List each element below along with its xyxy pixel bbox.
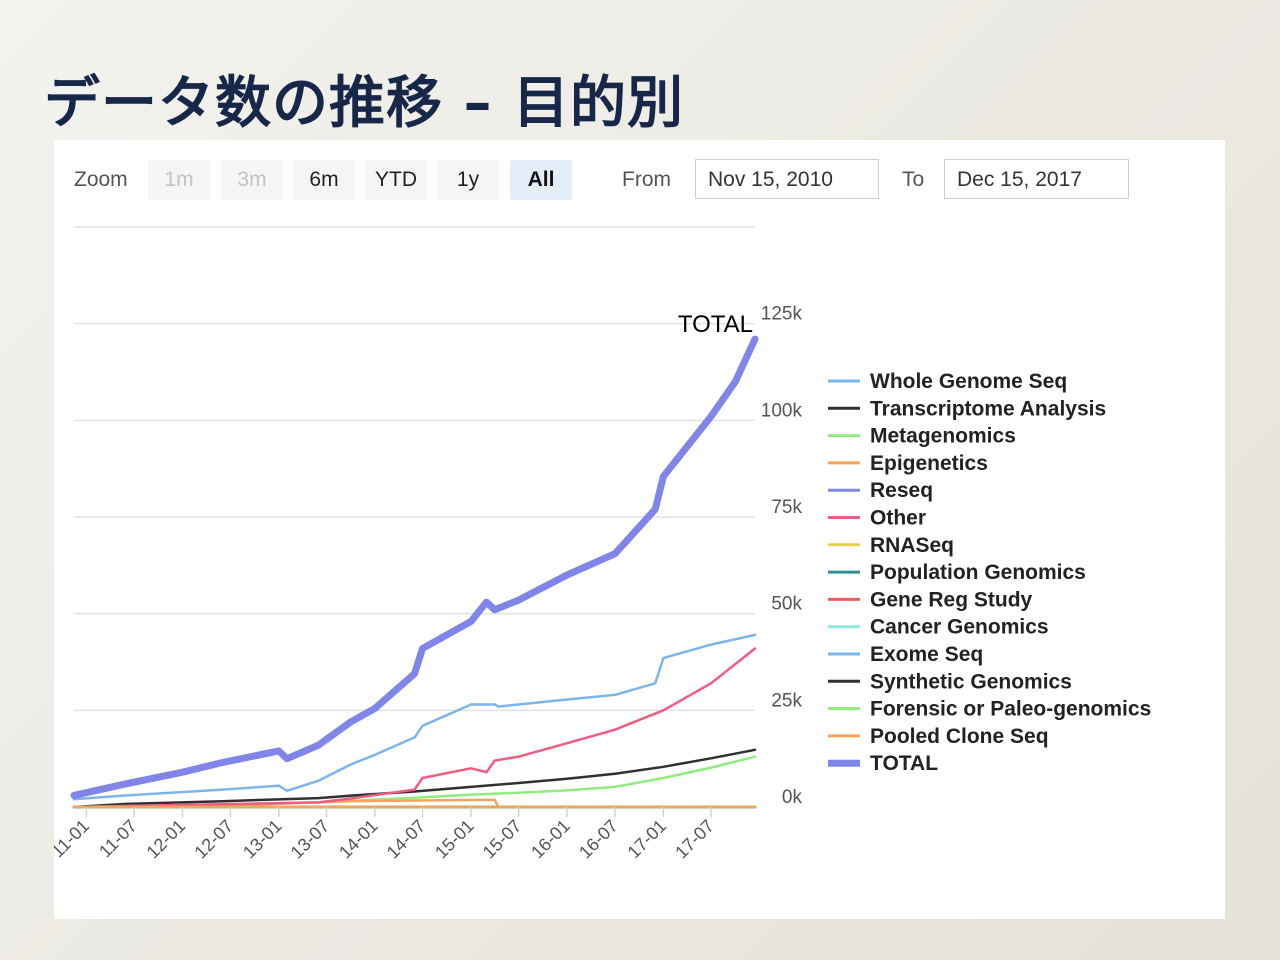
x-tick-label: 14-07 (383, 816, 430, 863)
legend-item: Epigenetics (870, 452, 988, 475)
x-tick-label: 12-01 (143, 816, 190, 863)
slide-title: データ数の推移 – 目的別 (44, 71, 684, 136)
x-tick-label: 16-07 (575, 816, 622, 863)
y-tick-label: 25k (771, 690, 802, 711)
legend-item: RNASeq (870, 534, 954, 557)
chart-panel: Zoom 1m 3m 6m YTD 1y All From Nov 15, 20… (54, 140, 1225, 919)
x-tick-label: 13-07 (287, 816, 334, 863)
legend-item: Other (870, 507, 926, 530)
x-tick-label: 13-01 (239, 816, 286, 863)
line-chart: TOTAL 0k25k50k75k100k125k -0111-0111-071… (54, 226, 1151, 863)
y-tick-label: 125k (761, 304, 803, 325)
x-tick-label: 16-01 (527, 816, 574, 863)
y-tick-label: 75k (771, 497, 802, 518)
legend-item: TOTAL (870, 752, 938, 775)
legend-item: Whole Genome Seq (870, 370, 1067, 393)
x-tick-label: 14-01 (335, 816, 382, 863)
y-tick-label: 0k (782, 787, 803, 808)
legend-item: Transcriptome Analysis (870, 397, 1106, 420)
legend-item: Exome Seq (870, 643, 983, 666)
legend-item: Synthetic Genomics (870, 670, 1072, 693)
legend-item: Reseq (870, 479, 933, 502)
x-tick-label: 11-01 (54, 816, 93, 862)
x-tick-label: 17-01 (624, 816, 671, 863)
x-tick-label: 11-07 (95, 816, 141, 862)
x-tick-label: 15-07 (479, 816, 526, 863)
series-line-total (70, 335, 759, 799)
x-tick-label: 17-07 (671, 816, 718, 863)
legend-item: Cancer Genomics (870, 616, 1049, 639)
legend-item: Gene Reg Study (870, 588, 1033, 611)
x-tick-label: 15-01 (431, 816, 478, 863)
legend-item: Population Genomics (870, 561, 1086, 584)
y-tick-label: 50k (771, 594, 802, 615)
x-tick-label: 12-07 (190, 816, 237, 863)
series-end-label: TOTAL (678, 311, 753, 338)
legend-item: Metagenomics (870, 425, 1016, 448)
y-tick-label: 100k (761, 400, 803, 421)
legend-item: Forensic or Paleo-genomics (870, 698, 1151, 721)
legend-item: Pooled Clone Seq (870, 725, 1049, 748)
